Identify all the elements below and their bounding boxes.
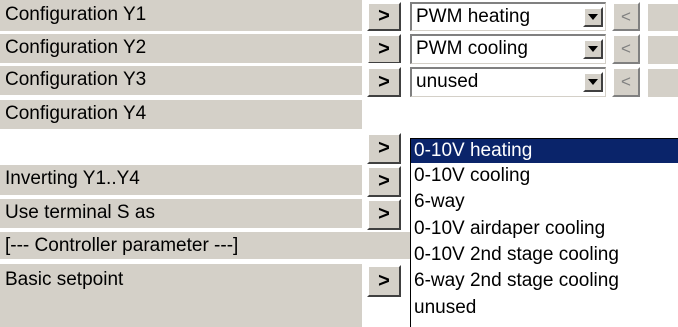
next-button-config-y3[interactable] <box>646 67 678 97</box>
select-config-y3[interactable]: unused <box>410 67 606 97</box>
param-label-config-y2: Configuration Y2 <box>0 34 363 63</box>
chevron-right-icon: > <box>378 137 390 159</box>
divider <box>0 129 367 132</box>
select-config-y1[interactable]: PWM heating <box>410 2 606 31</box>
chevron-left-icon: < <box>621 72 631 91</box>
chevron-right-icon: > <box>378 270 390 292</box>
section-header-controller: [--- Controller parameter ---] <box>0 232 410 259</box>
param-label-terminal-s: Use terminal S as <box>0 199 363 228</box>
dropdown-option[interactable]: 0-10V cooling <box>411 164 678 188</box>
param-label-text: Configuration Y4 <box>5 103 147 124</box>
param-label-text: Configuration Y3 <box>5 69 147 90</box>
param-label-text: Inverting Y1..Y4 <box>5 168 140 189</box>
param-label-text: Configuration Y2 <box>5 37 147 58</box>
dropdown-arrow-button[interactable] <box>583 72 603 92</box>
expand-button-config-y4[interactable]: > <box>367 133 401 164</box>
param-label-text: Configuration Y1 <box>5 4 147 25</box>
dropdown-option[interactable]: 0-10V heating <box>411 139 678 163</box>
prev-button-config-y1[interactable]: < <box>612 2 640 31</box>
expand-button-config-y2[interactable]: > <box>367 34 401 64</box>
dropdown-list-config-y3[interactable]: 0-10V heating 0-10V cooling 6-way 0-10V … <box>410 138 678 327</box>
dropdown-option[interactable]: unused <box>411 296 678 320</box>
param-label-inverting: Inverting Y1..Y4 <box>0 165 363 195</box>
expand-button-config-y3[interactable]: > <box>367 67 401 97</box>
param-label-text: Basic setpoint <box>5 269 124 290</box>
section-header-text: [--- Controller parameter ---] <box>5 235 239 256</box>
expand-button-terminal-s[interactable]: > <box>367 199 401 230</box>
dropdown-option[interactable]: 0-10V airdaper cooling <box>411 217 678 241</box>
expand-button-inverting[interactable]: > <box>367 166 401 197</box>
dropdown-arrow-button[interactable] <box>583 39 603 59</box>
expand-button-config-y1[interactable]: > <box>367 2 401 31</box>
prev-button-config-y3[interactable]: < <box>612 67 640 97</box>
chevron-right-icon: > <box>378 5 390 27</box>
select-value: PWM cooling <box>416 38 528 59</box>
chevron-right-icon: > <box>378 38 390 60</box>
chevron-left-icon: < <box>621 7 631 26</box>
select-value: unused <box>416 71 479 92</box>
select-value: PWM heating <box>416 6 531 27</box>
next-button-config-y1[interactable] <box>646 2 678 31</box>
chevron-down-icon <box>588 14 598 20</box>
divider <box>0 228 367 231</box>
chevron-down-icon <box>588 46 598 52</box>
chevron-left-icon: < <box>621 39 631 58</box>
param-label-config-y3: Configuration Y3 <box>0 66 363 95</box>
dropdown-option[interactable]: 6-way <box>411 190 678 214</box>
param-label-config-y1: Configuration Y1 <box>0 0 363 31</box>
param-label-text: Use terminal S as <box>5 202 155 223</box>
chevron-right-icon: > <box>378 170 390 192</box>
select-config-y2[interactable]: PWM cooling <box>410 34 606 64</box>
param-label-basic-setpoint: Basic setpoint <box>0 264 363 327</box>
chevron-right-icon: > <box>378 203 390 225</box>
expand-button-basic-setpoint[interactable]: > <box>367 265 401 297</box>
next-button-config-y2[interactable] <box>646 34 678 64</box>
chevron-down-icon <box>588 79 598 85</box>
param-label-config-y4: Configuration Y4 <box>0 100 363 129</box>
prev-button-config-y2[interactable]: < <box>612 34 640 64</box>
dropdown-option[interactable]: 0-10V 2nd stage cooling <box>411 243 678 267</box>
dropdown-option[interactable]: 6-way 2nd stage cooling <box>411 269 678 293</box>
chevron-right-icon: > <box>378 71 390 93</box>
dropdown-arrow-button[interactable] <box>583 7 603 27</box>
